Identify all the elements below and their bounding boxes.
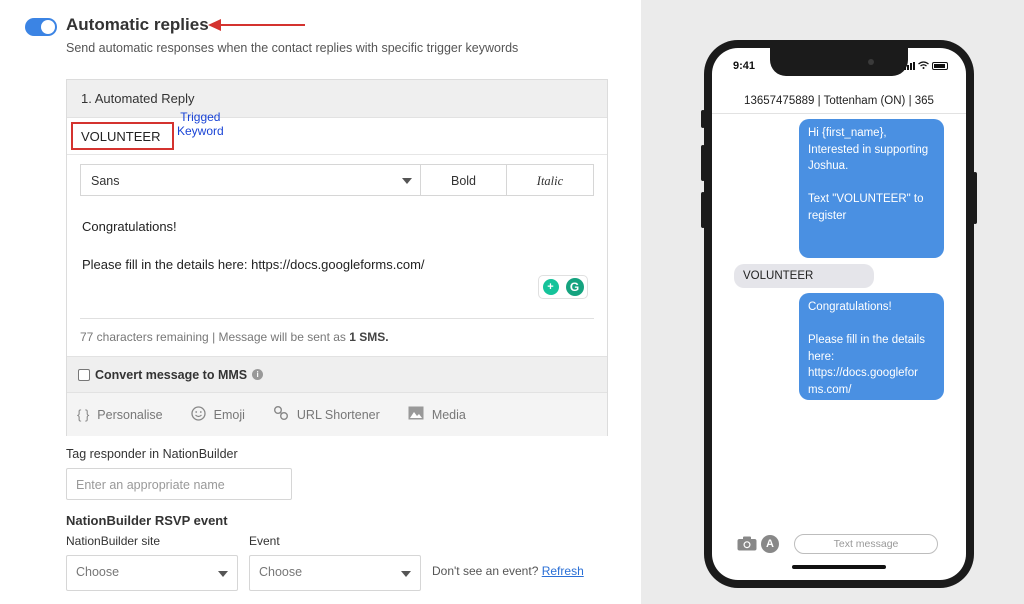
status-time: 9:41 — [733, 60, 756, 72]
card-title: 1. Automated Reply — [67, 80, 607, 118]
divider — [80, 318, 594, 319]
home-indicator — [792, 565, 886, 569]
signal-icon — [904, 62, 915, 70]
message-text-line2[interactable]: Please fill in the details here: https:/… — [82, 257, 425, 272]
link-icon — [273, 405, 289, 424]
conversation-header: 13657475889 | Tottenham (ON) | 365 — [712, 88, 966, 114]
divider — [67, 154, 607, 155]
event-label: Event — [249, 534, 280, 548]
font-select[interactable]: Sans — [81, 165, 421, 195]
grammarly-widget[interactable]: + G — [538, 275, 588, 299]
keyword-annotation-line2: Keyword — [177, 124, 224, 138]
keyword-annotation-line1: Trigged — [180, 110, 221, 124]
tool-label: Personalise — [97, 407, 163, 422]
font-select-value: Sans — [91, 174, 120, 188]
message-input[interactable]: Text message — [794, 534, 938, 554]
status-icons — [904, 61, 948, 71]
sms-count: 1 SMS. — [349, 330, 389, 344]
camera-icon[interactable] — [737, 536, 757, 556]
appstore-icon[interactable]: A — [761, 535, 779, 553]
personalise-tool[interactable]: { } Personalise — [77, 407, 163, 422]
caret-down-icon — [401, 571, 411, 577]
compose-bar: A Text message — [712, 529, 966, 559]
message-bubble-outgoing: Congratulations! Please fill in the deta… — [799, 293, 944, 400]
missing-event-text: Don't see an event? — [432, 564, 539, 578]
grammarly-icon: G — [565, 278, 584, 296]
emoji-tool[interactable]: Emoji — [190, 405, 245, 424]
character-counter-text: 77 characters remaining | Message will b… — [80, 330, 350, 344]
mms-label: Convert message to MMS — [95, 367, 248, 382]
annotation-arrow-icon — [208, 19, 305, 31]
phone-notch — [770, 48, 908, 76]
keyword-annotation: Trigged Keyword — [177, 110, 224, 138]
tool-label: URL Shortener — [296, 407, 380, 422]
automated-reply-card: 1. Automated Reply VOLUNTEER Trigged Key… — [66, 79, 608, 436]
event-select-value: Choose — [259, 565, 303, 579]
battery-icon — [932, 62, 948, 70]
rsvp-section-title: NationBuilder RSVP event — [66, 513, 228, 528]
bulb-icon: + — [542, 279, 559, 295]
info-icon[interactable]: i — [252, 369, 264, 380]
italic-button[interactable]: Italic — [507, 165, 593, 195]
page-subtitle: Send automatic responses when the contac… — [66, 41, 519, 55]
site-select-value: Choose — [76, 565, 120, 579]
tag-responder-label: Tag responder in NationBuilder — [66, 447, 238, 461]
mms-option: Convert message to MMS i — [67, 356, 607, 392]
auto-replies-toggle[interactable] — [25, 18, 57, 36]
wifi-icon — [918, 61, 929, 71]
page-title: Automatic replies — [66, 15, 209, 34]
tag-responder-input[interactable]: Enter an appropriate name — [66, 468, 292, 500]
settings-pane: Automatic replies Send automatic respons… — [0, 0, 641, 604]
tool-label: Emoji — [213, 407, 245, 422]
braces-icon: { } — [77, 407, 90, 422]
format-toolbar: Sans Bold Italic — [80, 164, 594, 196]
toggle-knob — [41, 20, 55, 34]
phone-screen: 9:41 13657475889 | Tottenham (ON) | 365 … — [712, 48, 966, 580]
media-tool[interactable]: Media — [408, 406, 466, 423]
refresh-link[interactable]: Refresh — [542, 564, 584, 578]
bold-button[interactable]: Bold — [421, 165, 507, 195]
message-text-line1[interactable]: Congratulations! — [82, 219, 177, 234]
caret-down-icon — [218, 571, 228, 577]
tool-label: Media — [431, 407, 466, 422]
message-tools: { } Personalise Emoji URL Shortener Medi… — [67, 392, 607, 436]
message-bubble-outgoing: Hi {first_name}, Interested in supportin… — [799, 119, 944, 258]
front-camera-icon — [868, 59, 874, 65]
smiley-icon — [190, 405, 206, 424]
character-counter: 77 characters remaining | Message will b… — [80, 330, 389, 344]
message-bubble-incoming: VOLUNTEER — [734, 264, 874, 288]
phone-preview-pane: 9:41 13657475889 | Tottenham (ON) | 365 … — [641, 0, 1024, 604]
mms-checkbox[interactable] — [78, 368, 90, 381]
keyword-input[interactable]: VOLUNTEER — [71, 122, 174, 150]
site-select[interactable]: Choose — [66, 555, 238, 591]
image-icon — [408, 406, 424, 423]
site-label: NationBuilder site — [66, 534, 161, 548]
phone-frame: 9:41 13657475889 | Tottenham (ON) | 365 … — [704, 40, 974, 588]
event-select[interactable]: Choose — [249, 555, 421, 591]
url-shortener-tool[interactable]: URL Shortener — [273, 405, 380, 424]
missing-event-hint: Don't see an event? Refresh — [432, 564, 584, 578]
caret-down-icon — [402, 178, 412, 184]
